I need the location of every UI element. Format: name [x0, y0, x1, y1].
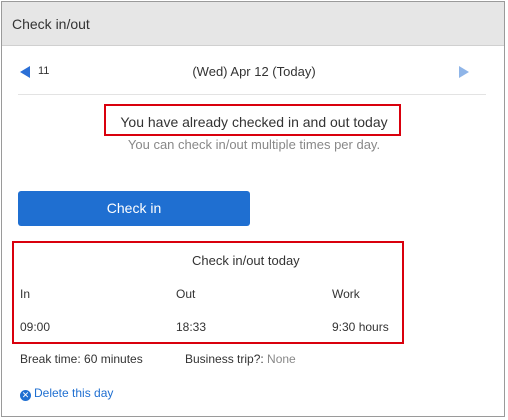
delete-day-label: Delete this day	[34, 386, 114, 400]
divider	[18, 94, 486, 95]
work-header: Work	[332, 287, 360, 301]
status-message: You have already checked in and out toda…	[120, 114, 388, 130]
break-time-value: 60 minutes	[84, 352, 143, 366]
right-arrow-icon[interactable]	[459, 66, 469, 78]
check-in-button[interactable]: Check in	[18, 191, 250, 226]
date-navigation: 11 (Wed) Apr 12 (Today)	[0, 60, 502, 82]
close-circle-icon: ✕	[20, 390, 31, 401]
in-header: In	[20, 287, 31, 301]
out-time: 18:33	[176, 320, 207, 334]
current-date-label: (Wed) Apr 12 (Today)	[192, 64, 316, 79]
break-time-label: Break time:	[20, 352, 81, 366]
business-trip-label: Business trip?:	[185, 352, 264, 366]
business-trip-value: None	[267, 352, 296, 366]
today-summary-title: Check in/out today	[192, 253, 300, 268]
out-header: Out	[176, 287, 196, 301]
status-hint: You can check in/out multiple times per …	[127, 137, 381, 152]
delete-day-link[interactable]: ✕ Delete this day	[20, 386, 113, 401]
work-hours: 9:30 hours	[332, 320, 389, 334]
business-trip: Business trip?: None	[185, 352, 296, 366]
break-time: Break time: 60 minutes	[20, 352, 143, 366]
panel-title: Check in/out	[12, 16, 90, 32]
panel-header: Check in/out	[2, 2, 504, 46]
in-time: 09:00	[20, 320, 51, 334]
